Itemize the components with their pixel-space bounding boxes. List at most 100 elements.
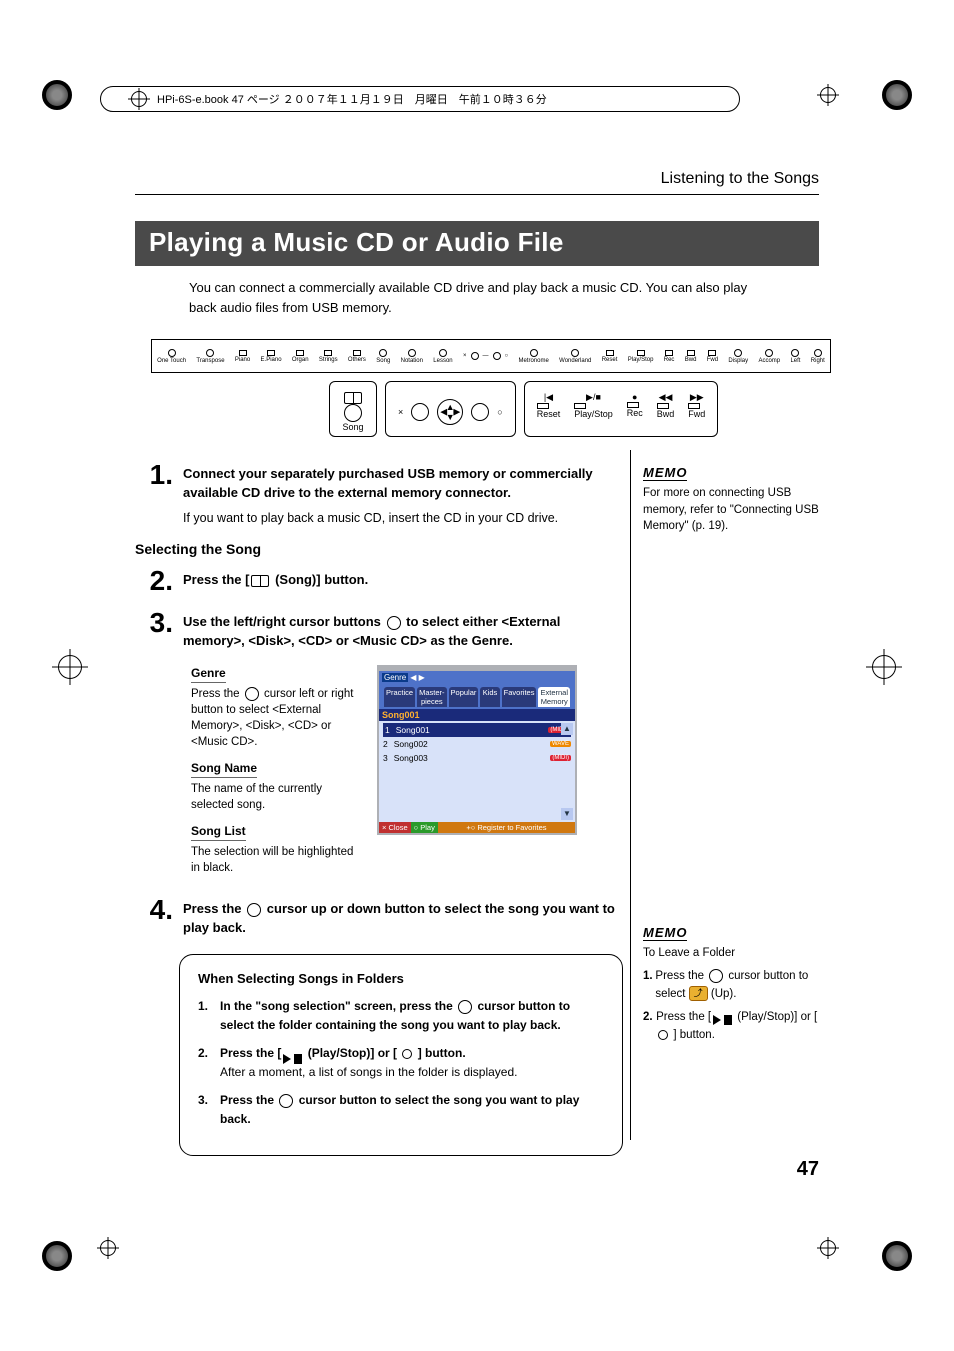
screen-tab: Practice [384,687,415,707]
screen-register-button: +○ Register to Favorites [438,822,575,833]
screen-current-song: Song001 [379,709,575,721]
screen-tab: Master-pieces [417,687,446,707]
screen-list-row: 2Song002WAVE [383,737,571,751]
step-number: 3. [135,609,183,651]
screen-tab: Popular [449,687,479,707]
step-number: 4. [135,896,183,938]
annotation-heading: Song Name [191,760,257,778]
cursor-icon [279,1094,293,1108]
panel-label: Wonderland [559,358,591,364]
panel-label: Strings [319,357,338,363]
button-circle-icon [344,404,362,422]
step-subtext: If you want to play back a music CD, ins… [183,509,623,528]
panel-overview-diagram: One Touch Transpose Piano E.Piano Organ … [151,339,831,373]
folder-step: 1. In the "song selection" screen, press… [198,997,604,1034]
step-text: Press the [ (Song)] button. [183,571,623,590]
memo-step: 1. Press the cursor button to select ⤴ (… [643,968,819,1004]
memo-label: MEMO [643,465,687,481]
zoom-label: Song [342,422,363,432]
page-number: 47 [797,1158,819,1181]
panel-label: One Touch [157,358,186,364]
page-title: Playing a Music CD or Audio File [135,221,819,266]
cmyk-target-icon [882,1241,912,1271]
step-text: Use the left/right cursor buttons to sel… [183,613,623,651]
page-header-capsule: HPi-6S-e.book 47 ページ ２００７年１１月１９日 月曜日 午前１… [100,86,740,112]
panel-label: Accomp [758,358,780,364]
panel-label: Song [376,358,390,364]
panel-zoom-row: Song × ▲ ▼ ◀ ▶ ○ |◀Reset ▶/■Play/Stop ●R… [151,381,819,437]
panel-label: Notation [401,358,423,364]
folder-instructions-box: When Selecting Songs in Folders 1. In th… [179,954,623,1156]
cmyk-target-icon [42,1241,72,1271]
registration-mark-icon [872,655,896,679]
screen-tabs: Practice Master-pieces Popular Kids Favo… [379,684,575,709]
screen-close-button: × Close [379,822,411,833]
circle-button-icon [402,1049,412,1059]
panel-label: Fwd [707,357,718,363]
registration-mark-icon [131,91,147,107]
cursor-icon [245,687,259,701]
screen-list-row-selected: 1Song001(MIDI) [383,723,571,737]
memo-block: MEMO For more on connecting USB memory, … [643,465,819,535]
divider [135,194,819,195]
registration-mark-icon [58,655,82,679]
zoom-transport-box: |◀Reset ▶/■Play/Stop ●Rec ◀◀Bwd ▶▶Fwd [524,381,719,437]
zoom-cursor-box: × ▲ ▼ ◀ ▶ ○ [385,381,516,437]
screen-genre-label: Genre [382,673,408,682]
zoom-label: Bwd [657,409,675,419]
screen-tab: Kids [480,687,499,707]
panel-label: Right [811,358,825,364]
cmyk-target-icon [882,80,912,110]
zoom-label: Play/Stop [574,409,613,419]
registration-mark-icon [820,86,836,104]
panel-label: E.Piano [261,357,282,363]
annotation-text: Press the cursor left or right button to… [191,686,359,750]
annotation-heading: Song List [191,823,246,841]
cmyk-target-icon [42,80,72,110]
cursor-icon [709,969,723,983]
zoom-song-box: Song [329,381,377,437]
step-4: 4. Press the cursor up or down button to… [135,896,623,938]
scroll-up-icon: ▲ [561,723,573,735]
zoom-label: Fwd [688,409,705,419]
step-text: Press the cursor up or down button to se… [183,900,623,938]
memo-block: MEMO To Leave a Folder 1. Press the curs… [643,925,819,1045]
annotation-text: The name of the currently selected song. [191,781,359,813]
step-number: 1. [135,461,183,527]
cursor-icon [387,616,401,630]
panel-label: Bwd [685,357,697,363]
step-number: 2. [135,567,183,595]
memo-label: MEMO [643,925,687,941]
panel-label: Reset [602,357,618,363]
section-label: Listening to the Songs [135,170,819,188]
screen-list-row: 3Song003(MIDI) [383,751,571,765]
step-3: 3. Use the left/right cursor buttons to … [135,609,623,651]
screen-play-button: ○ Play [411,822,438,833]
intro-text: You can connect a commercially available… [189,278,749,317]
zoom-label: Reset [537,409,561,419]
scroll-down-icon: ▼ [561,808,573,820]
folder-step: 2. Press the [ (Play/Stop)] or [ ] butto… [198,1044,604,1081]
panel-label: Organ [292,357,309,363]
panel-label: Display [728,358,748,364]
up-folder-icon: ⤴ [689,986,708,1002]
screen-tab-active: External Memory [538,687,570,707]
genre-annotation-block: Genre Press the cursor left or right but… [191,665,623,886]
panel-label: Piano [235,357,250,363]
memo-text: To Leave a Folder [643,945,819,962]
circle-button-icon [658,1030,668,1040]
registration-mark-icon [820,1239,836,1257]
annotation-heading: Genre [191,665,226,683]
step-1: 1. Connect your separately purchased USB… [135,461,623,527]
subheading: Selecting the Song [135,541,623,557]
folder-step: 3. Press the cursor button to select the… [198,1091,604,1128]
memo-step: 2. Press the [ (Play/Stop)] or [ ] butto… [643,1009,819,1045]
songbook-icon [251,575,269,587]
step-2: 2. Press the [ (Song)] button. [135,567,623,595]
cursor-icon [247,903,261,917]
registration-mark-icon [100,1239,116,1257]
panel-label: Left [790,358,800,364]
device-screen-mockup: Genre ◀ ▶ Practice Master-pieces Popular… [377,665,577,835]
screen-tab: Favorites [502,687,537,707]
cursor-icon [458,1000,472,1014]
